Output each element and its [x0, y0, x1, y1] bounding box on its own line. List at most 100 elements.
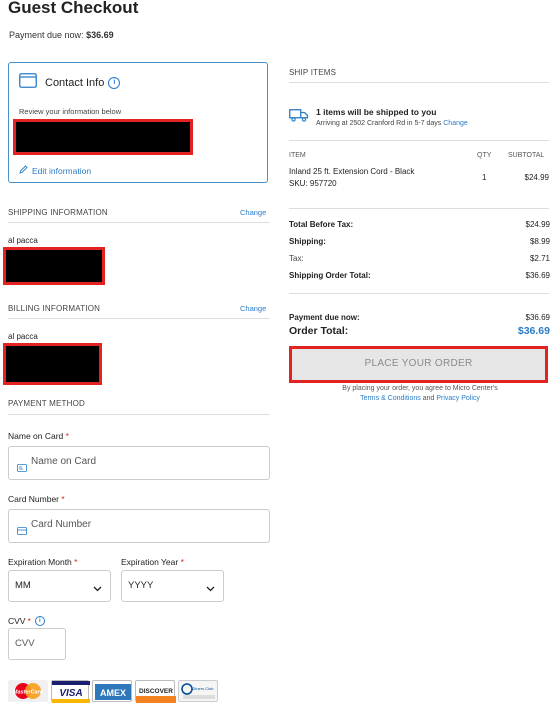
payment-due-label: Payment due now: — [9, 30, 84, 40]
name-on-card-input[interactable]: Name on Card — [8, 446, 270, 480]
billing-name: al pacca — [8, 332, 38, 341]
order-agreement-text: By placing your order, you agree to Micr… — [289, 384, 551, 404]
card-number-label-text: Card Number — [8, 494, 60, 504]
exp-year-select[interactable]: YYYY — [121, 570, 224, 602]
column-item: ITEM — [289, 152, 306, 159]
payment-method-heading: PAYMENT METHOD — [8, 399, 86, 408]
tax-label: Tax: — [289, 254, 304, 263]
exp-year-label: Expiration Year * — [121, 557, 184, 567]
contact-card-icon — [19, 73, 37, 93]
arrival-text: Arriving at 2502 Cranford Rd in 5-7 days — [316, 120, 442, 127]
discover-logo: DISCOVER — [135, 680, 176, 703]
shipping-divider — [8, 222, 270, 223]
pencil-icon — [19, 165, 28, 176]
item-subtotal: $24.99 — [524, 173, 549, 182]
tax-value: $2.71 — [529, 254, 550, 263]
cvv-input[interactable]: CVV — [8, 628, 66, 660]
items-divider — [289, 208, 549, 209]
amex-logo: AMEX — [92, 680, 132, 702]
page-title: Guest Checkout — [8, 0, 139, 17]
redacted-contact-block — [13, 119, 193, 155]
truck-icon — [289, 108, 309, 127]
required-mark: * — [65, 431, 69, 441]
arrival-info: Arriving at 2502 Cranford Rd in 5-7 days… — [316, 120, 468, 127]
chevron-down-icon — [93, 579, 102, 597]
svg-text:DISCOVER: DISCOVER — [139, 688, 173, 695]
arrival-change-link[interactable]: Change — [443, 120, 468, 127]
info-icon[interactable]: i — [34, 616, 45, 626]
edit-information-link[interactable]: Edit information — [19, 165, 91, 176]
contact-info-subtitle: Review your information below — [19, 107, 122, 116]
shipping-value: $8.99 — [529, 237, 550, 246]
billing-divider — [8, 318, 270, 319]
svg-text:AMEX: AMEX — [100, 688, 126, 698]
exp-year-label-text: Expiration Year — [121, 557, 179, 567]
billing-change-link[interactable]: Change — [240, 304, 266, 313]
ship-items-message: 1 items will be shipped to you — [316, 107, 437, 117]
contact-info-card: Contact Info i Review your information b… — [8, 62, 268, 183]
id-card-icon — [17, 459, 27, 477]
exp-month-select[interactable]: MM — [8, 570, 111, 602]
payment-due-summary: Payment due now: $36.69 — [9, 30, 114, 40]
item-qty: 1 — [482, 173, 487, 182]
exp-month-label: Expiration Month * — [8, 557, 77, 567]
cvv-label-text: CVV — [8, 616, 26, 626]
payment-due-now-value: $36.69 — [525, 313, 550, 322]
cvv-placeholder: CVV — [15, 638, 35, 649]
shipping-change-link[interactable]: Change — [240, 208, 266, 217]
privacy-link[interactable]: Privacy Policy — [436, 395, 480, 402]
shipping-info-heading: SHIPPING INFORMATION — [8, 208, 108, 217]
card-number-label: Card Number * — [8, 494, 65, 504]
payment-divider — [8, 414, 270, 415]
contact-info-title: Contact Info — [45, 77, 105, 89]
card-number-input[interactable]: Card Number — [8, 509, 270, 543]
name-on-card-placeholder: Name on Card — [31, 456, 97, 467]
edit-information-label: Edit information — [32, 165, 92, 176]
column-subtotal: SUBTOTAL — [508, 152, 545, 159]
contact-info-header: Contact Info i — [19, 73, 121, 93]
info-icon[interactable]: i — [108, 77, 121, 89]
exp-month-label-text: Expiration Month — [8, 557, 72, 567]
ship-msg-divider — [289, 140, 549, 141]
required-mark: * — [27, 616, 31, 626]
ship-items-heading: SHIP ITEMS — [289, 68, 337, 77]
redacted-billing-address — [3, 343, 102, 385]
agreement-prefix: By placing your order, you agree to Micr… — [342, 385, 498, 392]
cvv-label: CVV * i — [8, 616, 45, 626]
item-name: Inland 25 ft. Extension Cord - Black — [289, 167, 415, 176]
column-qty: QTY — [477, 152, 492, 159]
exp-month-value: MM — [15, 580, 31, 591]
card-icon — [17, 522, 27, 540]
item-sku: SKU: 957720 — [289, 179, 337, 188]
shipping-order-total-label: Shipping Order Total: — [289, 271, 371, 280]
visa-logo: VISA — [51, 680, 90, 703]
card-number-placeholder: Card Number — [31, 519, 92, 530]
place-order-button[interactable]: PLACE YOUR ORDER — [289, 346, 548, 383]
name-on-card-label: Name on Card * — [8, 431, 69, 441]
required-mark: * — [61, 494, 65, 504]
svg-text:MasterCard: MasterCard — [13, 690, 44, 696]
required-mark: * — [74, 557, 78, 567]
totals-divider — [289, 293, 549, 294]
redacted-shipping-address — [3, 247, 105, 285]
billing-info-heading: BILLING INFORMATION — [8, 304, 101, 313]
total-before-tax-value: $24.99 — [525, 220, 550, 229]
terms-link[interactable]: Terms & Conditions — [360, 395, 421, 402]
chevron-down-icon — [206, 579, 215, 597]
shipping-label: Shipping: — [289, 237, 326, 246]
ship-items-divider — [289, 82, 549, 83]
agreement-and: and — [422, 395, 435, 402]
total-before-tax-label: Total Before Tax: — [289, 220, 354, 229]
name-on-card-label-text: Name on Card — [8, 431, 64, 441]
shipping-name: al pacca — [8, 236, 38, 245]
order-total-label: Order Total: — [289, 325, 349, 337]
table-row: Inland 25 ft. Extension Cord - Black SKU… — [289, 167, 549, 197]
diners-club-logo: Diners Club — [178, 680, 218, 702]
payment-due-now-label: Payment due now: — [289, 313, 360, 322]
place-order-label: PLACE YOUR ORDER — [364, 358, 473, 369]
required-mark: * — [180, 557, 184, 567]
order-total-value: $36.69 — [517, 325, 550, 337]
payment-due-value: $36.69 — [86, 30, 114, 40]
svg-text:VISA: VISA — [59, 688, 82, 699]
exp-year-value: YYYY — [128, 580, 154, 591]
